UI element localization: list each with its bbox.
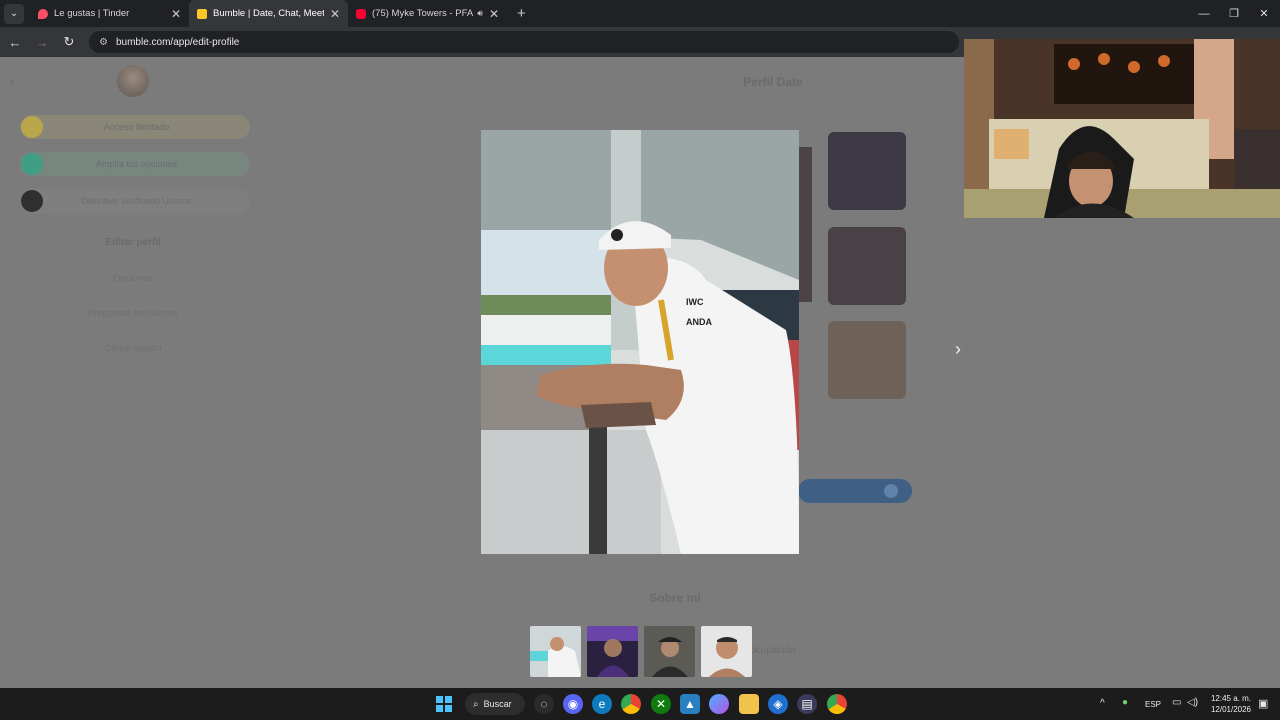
background-toggle-bar[interactable] bbox=[798, 479, 912, 503]
photo-thumbnail-strip bbox=[530, 626, 752, 677]
clock-time: 12:45 a. m. bbox=[1210, 694, 1251, 703]
webcam-overlay bbox=[964, 39, 1280, 218]
profile-photo-slot[interactable] bbox=[828, 321, 906, 399]
bumble-favicon-icon bbox=[197, 8, 207, 19]
tab-tinder[interactable]: Le gustas | Tinder ✕ bbox=[30, 0, 189, 27]
premium-dot-icon bbox=[21, 116, 43, 138]
search-label: Buscar bbox=[483, 699, 512, 709]
tab-title: Bumble | Date, Chat, Meet New bbox=[213, 8, 324, 19]
copilot-icon[interactable]: ◌ bbox=[534, 694, 554, 714]
pill-unlimited-access[interactable]: Acceso Ilimitado bbox=[20, 115, 250, 139]
about-heading: Sobre mí bbox=[649, 591, 701, 605]
boost-dot-icon bbox=[21, 153, 43, 175]
pill-label: Acceso Ilimitado bbox=[103, 122, 170, 132]
profile-photo-slot[interactable] bbox=[828, 227, 906, 305]
taskbar-search[interactable]: ⌕ Buscar bbox=[465, 693, 525, 715]
close-tab-icon[interactable]: ✕ bbox=[171, 7, 181, 21]
restore-icon[interactable]: ❐ bbox=[1218, 0, 1250, 27]
sidebar-link-faq[interactable]: Preguntas frecuentes bbox=[20, 308, 246, 319]
profile-photo-slot[interactable] bbox=[828, 132, 906, 210]
microphone-icon[interactable]: ● bbox=[1122, 697, 1128, 708]
url-text: bumble.com/app/edit-profile bbox=[115, 36, 240, 48]
photo-thumbnail[interactable] bbox=[587, 626, 638, 677]
reload-icon[interactable]: ↻ bbox=[57, 30, 81, 54]
occupation-text: ocupación bbox=[750, 645, 796, 656]
close-tab-icon[interactable]: ✕ bbox=[489, 7, 499, 21]
close-tab-icon[interactable]: ✕ bbox=[330, 7, 340, 21]
xbox-icon[interactable]: ✕ bbox=[651, 694, 671, 714]
svg-text:IWC: IWC bbox=[686, 297, 704, 307]
forward-icon[interactable]: → bbox=[30, 30, 54, 54]
sidebar-link-options[interactable]: Opciones bbox=[20, 273, 246, 284]
copilot-app-icon[interactable] bbox=[709, 694, 729, 714]
notification-icon[interactable]: ▣ bbox=[1258, 697, 1268, 710]
taskbar-clock[interactable]: 12:45 a. m. 12/01/2026 bbox=[1205, 693, 1251, 715]
tab-title: Le gustas | Tinder bbox=[54, 8, 130, 19]
discord-icon[interactable]: ◉ bbox=[563, 694, 583, 714]
chrome-active-icon[interactable] bbox=[827, 694, 847, 714]
tinder-favicon-icon bbox=[38, 8, 48, 19]
background-photo-edge bbox=[798, 147, 812, 302]
speaker-icon[interactable]: 🔊︎ bbox=[477, 8, 483, 19]
app-icon[interactable]: ◈ bbox=[768, 694, 788, 714]
toggle-knob bbox=[884, 484, 898, 498]
page-title: Perfil Date bbox=[743, 75, 803, 89]
file-explorer-icon[interactable] bbox=[739, 694, 759, 714]
photo-thumbnail[interactable] bbox=[530, 626, 581, 677]
chrome-icon[interactable] bbox=[621, 694, 641, 714]
next-photo-icon[interactable]: › bbox=[955, 339, 961, 360]
photo-thumbnail[interactable] bbox=[701, 626, 752, 677]
tray-chevron-icon[interactable]: ^ bbox=[1100, 698, 1105, 709]
back-icon[interactable]: ← bbox=[3, 30, 27, 54]
tab-bumble[interactable]: Bumble | Date, Chat, Meet New ✕ bbox=[189, 0, 348, 27]
search-icon: ⌕ bbox=[473, 698, 479, 710]
app-icon[interactable]: ▤ bbox=[797, 694, 817, 714]
tab-title: (75) Myke Towers - PFA (Lyr bbox=[372, 8, 473, 19]
sidebar-link-logout[interactable]: Cerrar sesión bbox=[20, 343, 246, 354]
back-arrow-icon[interactable]: ‹ bbox=[10, 75, 14, 89]
photo-image: IWC ANDA bbox=[481, 130, 799, 554]
svg-text:ANDA: ANDA bbox=[686, 317, 712, 327]
windows-start-icon[interactable] bbox=[434, 694, 454, 714]
webcam-image bbox=[964, 39, 1280, 218]
pill-expand-options[interactable]: Amplía tus opciones bbox=[20, 152, 250, 176]
site-settings-icon[interactable]: ⚙ bbox=[99, 37, 108, 48]
avatar[interactable] bbox=[117, 65, 149, 97]
pill-verified-badge[interactable]: Distintivo Verificado Unirme bbox=[20, 189, 250, 213]
address-bar[interactable]: ⚙ bumble.com/app/edit-profile bbox=[89, 31, 959, 53]
language-indicator[interactable]: ESP bbox=[1145, 700, 1161, 709]
pill-label: Distintivo Verificado Unirme bbox=[81, 196, 192, 206]
sidebar-heading: Editar perfil bbox=[105, 237, 161, 248]
minimize-icon[interactable]: — bbox=[1188, 0, 1220, 27]
photo-thumbnail[interactable] bbox=[644, 626, 695, 677]
tab-search-button[interactable]: ⌄ bbox=[4, 3, 24, 24]
new-tab-button[interactable]: + bbox=[517, 5, 526, 22]
browser-tab-bar: ⌄ Le gustas | Tinder ✕ Bumble | Date, Ch… bbox=[0, 0, 1280, 27]
edge-icon[interactable]: e bbox=[592, 694, 612, 714]
close-window-icon[interactable]: ✕ bbox=[1248, 0, 1280, 27]
pill-label: Amplía tus opciones bbox=[95, 159, 178, 169]
tab-youtube[interactable]: (75) Myke Towers - PFA (Lyr 🔊︎ ✕ bbox=[348, 0, 507, 27]
windows-taskbar: ⌕ Buscar ◌ ◉ e ✕ ▲ ◈ ▤ ^ ● ESP ▭ ◁) 12:4… bbox=[0, 688, 1280, 720]
volume-icon[interactable]: ◁) bbox=[1187, 697, 1198, 708]
photos-icon[interactable]: ▲ bbox=[680, 694, 700, 714]
main-profile-photo[interactable]: IWC ANDA bbox=[481, 130, 799, 554]
verified-dot-icon bbox=[21, 190, 43, 212]
youtube-favicon-icon bbox=[356, 8, 366, 19]
network-icon[interactable]: ▭ bbox=[1172, 697, 1181, 708]
clock-date: 12/01/2026 bbox=[1210, 705, 1251, 714]
